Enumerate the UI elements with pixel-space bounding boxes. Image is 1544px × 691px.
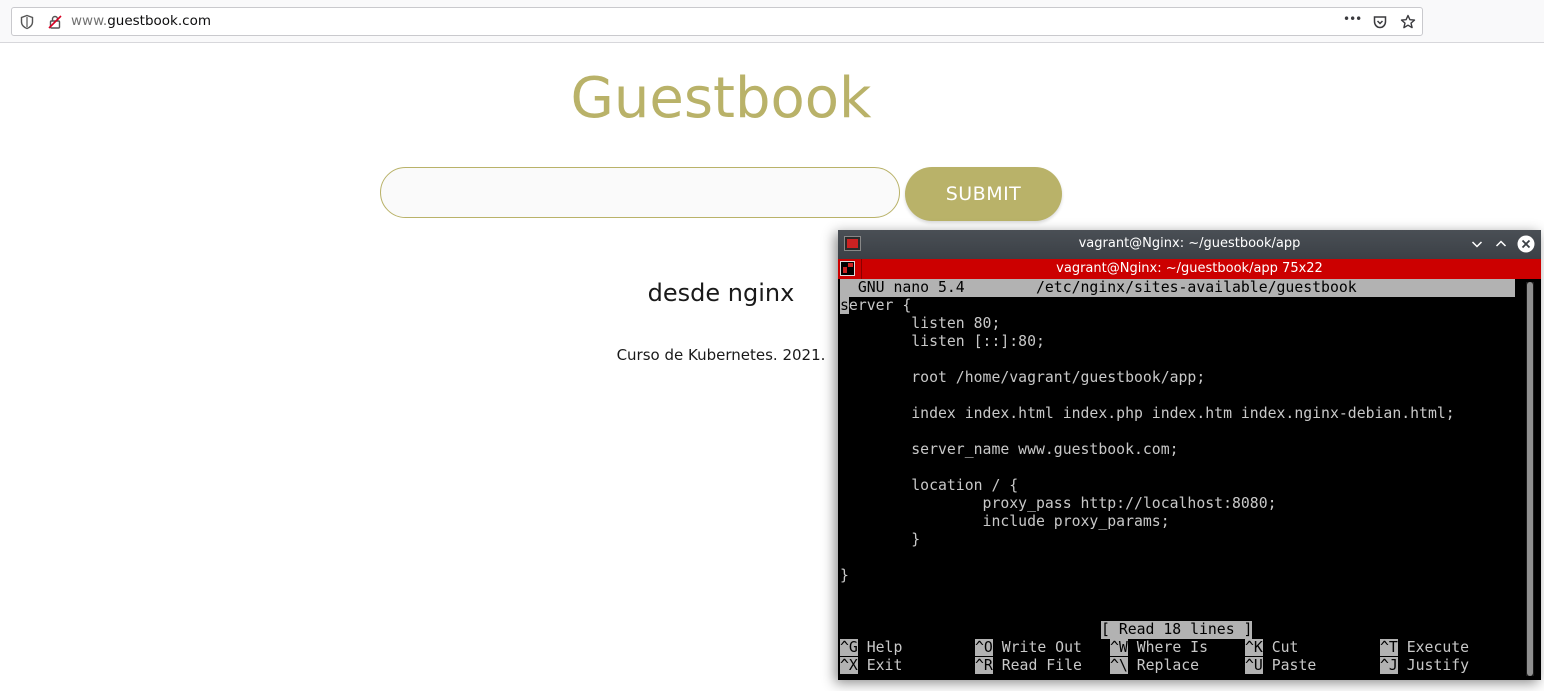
shortcut-label: Paste xyxy=(1262,657,1317,674)
shortcut-read-file[interactable]: ^R Read File xyxy=(975,657,1082,675)
url-prefix: www. xyxy=(71,13,108,29)
shortcut-exit[interactable]: ^X Exit xyxy=(840,657,902,675)
shortcut-replace[interactable]: ^\ Replace xyxy=(1110,657,1199,675)
shortcut-label: Cut xyxy=(1262,639,1299,656)
code-line: index index.html index.php index.htm ind… xyxy=(840,405,1455,422)
shortcut-key: ^K xyxy=(1245,639,1263,656)
scrollbar-thumb[interactable] xyxy=(1527,282,1533,676)
shortcut-label: Write Out xyxy=(992,639,1082,656)
url-host: guestbook.com xyxy=(107,13,211,29)
shield-icon[interactable] xyxy=(19,14,35,30)
shortcut-key: ^J xyxy=(1380,657,1398,674)
shortcut-key: ^R xyxy=(975,657,993,674)
code-line-text: erver { xyxy=(848,297,912,314)
pocket-icon[interactable] xyxy=(1372,14,1390,30)
shortcut-justify[interactable]: ^J Justify xyxy=(1380,657,1469,675)
terminal-screen[interactable]: GNU nano 5.4 /etc/nginx/sites-available/… xyxy=(840,279,1520,679)
shortcut-label: Execute xyxy=(1397,639,1470,656)
shortcut-key: ^X xyxy=(840,657,858,674)
minimize-icon[interactable] xyxy=(1469,236,1485,252)
page-title: Guestbook xyxy=(570,66,872,131)
bookmark-star-icon[interactable] xyxy=(1400,14,1418,30)
shortcut-label: Read File xyxy=(992,657,1082,674)
close-icon[interactable] xyxy=(1517,235,1535,253)
shortcut-key: ^O xyxy=(975,639,993,656)
nano-status-message: [ Read 18 lines ] xyxy=(1101,621,1253,639)
code-line: listen 80; xyxy=(840,315,1001,332)
code-line: } xyxy=(840,531,921,548)
shortcut-label: Justify xyxy=(1397,657,1470,674)
terminal-window[interactable]: vagrant@Nginx: ~/guestbook/app vagrant@N… xyxy=(838,230,1541,680)
nano-header: GNU nano 5.4 /etc/nginx/sites-available/… xyxy=(840,279,1515,297)
shortcut-label: Help xyxy=(857,639,903,656)
code-line: proxy_pass http://localhost:8080; xyxy=(840,495,1277,512)
code-line: } xyxy=(840,567,849,584)
shortcut-write-out[interactable]: ^O Write Out xyxy=(975,639,1082,657)
terminal-tab-title: vagrant@Nginx: ~/guestbook/app 75x22 xyxy=(1056,261,1323,276)
maximize-icon[interactable] xyxy=(1493,236,1509,252)
code-line: listen [::]:80; xyxy=(840,333,1045,350)
code-line: root /home/vagrant/guestbook/app; xyxy=(840,369,1206,386)
text-cursor: s xyxy=(840,297,849,314)
shortcut-cut[interactable]: ^K Cut xyxy=(1245,639,1298,657)
shortcut-help[interactable]: ^G Help xyxy=(840,639,902,657)
url-bar[interactable]: www.guestbook.com ••• xyxy=(11,7,1423,36)
insecure-connection-icon[interactable] xyxy=(47,14,63,30)
url-text[interactable]: www.guestbook.com xyxy=(71,13,211,29)
guestbook-entry-input[interactable] xyxy=(380,167,900,218)
shortcut-execute[interactable]: ^T Execute xyxy=(1380,639,1469,657)
shortcut-key: ^U xyxy=(1245,657,1263,674)
shortcut-label: Replace xyxy=(1127,657,1200,674)
shortcut-key: ^G xyxy=(840,639,858,656)
shortcut-key: ^W xyxy=(1110,639,1128,656)
shortcut-label: Where Is xyxy=(1127,639,1209,656)
terminal-scrollbar[interactable] xyxy=(1526,282,1534,676)
shortcut-key: ^T xyxy=(1380,639,1398,656)
code-line: location / { xyxy=(840,477,1019,494)
browser-toolbar: www.guestbook.com ••• xyxy=(0,0,1544,43)
terminal-tab[interactable]: vagrant@Nginx: ~/guestbook/app 75x22 xyxy=(838,259,1541,279)
terminal-window-title: vagrant@Nginx: ~/guestbook/app xyxy=(1078,236,1301,251)
submit-button[interactable]: SUBMIT xyxy=(905,167,1062,221)
terminal-titlebar[interactable]: vagrant@Nginx: ~/guestbook/app xyxy=(838,230,1541,259)
code-line: server { xyxy=(840,297,911,315)
page-actions-menu-icon[interactable]: ••• xyxy=(1343,12,1362,28)
code-line: include proxy_params; xyxy=(840,513,1170,530)
shortcut-key: ^\ xyxy=(1110,657,1128,674)
code-line: server_name www.guestbook.com; xyxy=(840,441,1179,458)
shortcut-where-is[interactable]: ^W Where Is xyxy=(1110,639,1208,657)
shortcut-label: Exit xyxy=(857,657,903,674)
shortcut-paste[interactable]: ^U Paste xyxy=(1245,657,1316,675)
